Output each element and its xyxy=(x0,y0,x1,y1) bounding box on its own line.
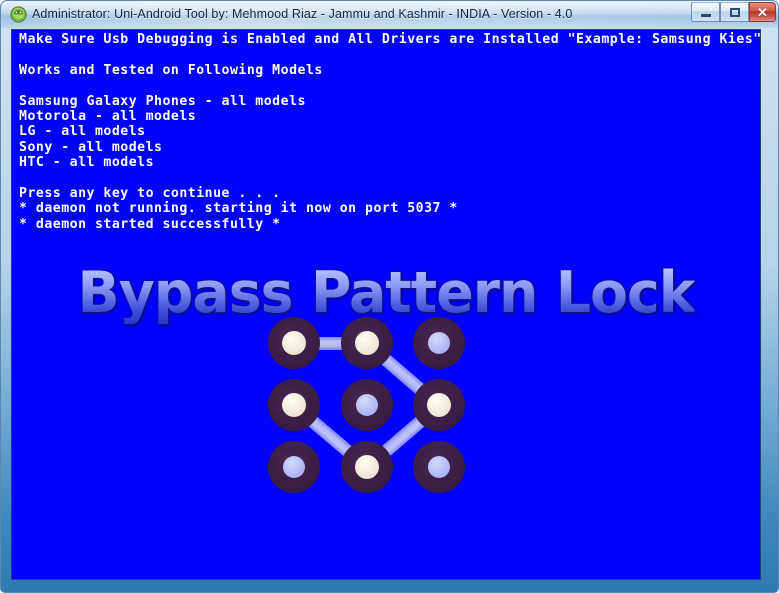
console-line: LG - all models xyxy=(19,124,146,140)
pattern-node xyxy=(413,379,465,431)
pattern-node xyxy=(341,379,393,431)
console-line: Samsung Galaxy Phones - all models xyxy=(19,93,306,109)
pattern-node xyxy=(268,379,320,431)
minimize-icon xyxy=(700,14,711,17)
console-line: Works and Tested on Following Models xyxy=(19,62,323,78)
console-line: Motorola - all models xyxy=(19,108,197,124)
console-output: Make Sure Usb Debugging is Enabled and A… xyxy=(19,32,760,232)
console-line: Make Sure Usb Debugging is Enabled and A… xyxy=(19,32,760,47)
pattern-node xyxy=(268,317,320,369)
maximize-icon xyxy=(729,7,740,17)
console-line: * daemon started successfully * xyxy=(19,216,281,232)
pattern-node xyxy=(268,441,320,493)
pattern-node xyxy=(413,317,465,369)
pattern-node xyxy=(413,441,465,493)
close-button[interactable]: ✕ xyxy=(749,2,776,22)
pattern-lock-graphic xyxy=(258,307,474,523)
pattern-node xyxy=(341,441,393,493)
close-icon: ✕ xyxy=(757,4,768,20)
window-title: Administrator: Uni-Android Tool by: Mehm… xyxy=(32,7,573,21)
android-robot-icon xyxy=(10,6,27,23)
minimize-button[interactable] xyxy=(691,2,720,22)
console-line: HTC - all models xyxy=(19,155,155,171)
console-screen[interactable]: Make Sure Usb Debugging is Enabled and A… xyxy=(12,30,760,579)
console-line: Press any key to continue . . . xyxy=(19,185,281,201)
console-line: Sony - all models xyxy=(19,139,163,155)
maximize-button[interactable] xyxy=(720,2,749,22)
application-window: Administrator: Uni-Android Tool by: Mehm… xyxy=(0,0,779,593)
pattern-node xyxy=(341,317,393,369)
title-bar[interactable]: Administrator: Uni-Android Tool by: Mehm… xyxy=(1,1,778,28)
console-line: * daemon not running. starting it now on… xyxy=(19,201,458,217)
